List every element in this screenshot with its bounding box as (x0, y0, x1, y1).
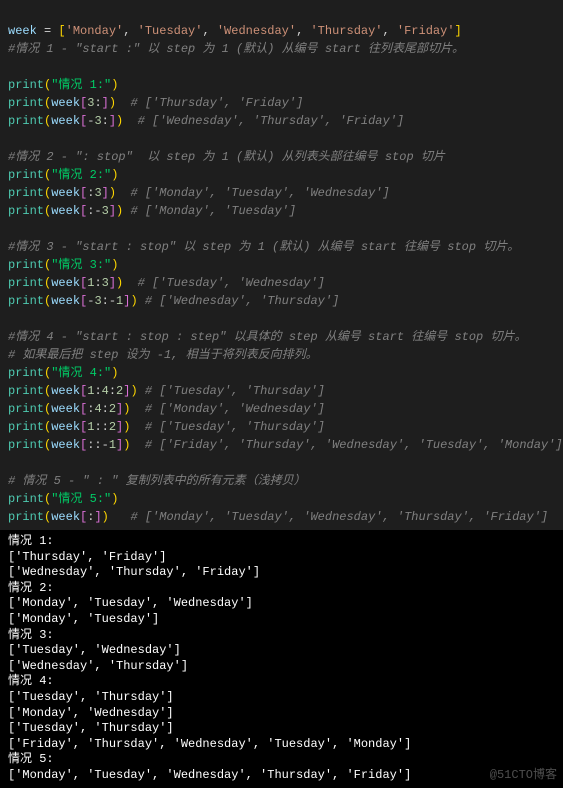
code-line: print(week[-3:-1]) # ['Wednesday', 'Thur… (8, 294, 339, 308)
comment: #情况 1 - "start :" 以 step 为 1 (默认) 从编号 st… (8, 42, 464, 56)
watermark: @51CTO博客 (490, 768, 557, 784)
code-line: print(week[:-3]) # ['Monday', 'Tuesday'] (8, 204, 296, 218)
output-line: ['Monday', 'Tuesday', 'Wednesday'] (8, 596, 253, 610)
code-line: print(week[:3]) # ['Monday', 'Tuesday', … (8, 186, 390, 200)
output-line: 情况 5: (8, 752, 54, 766)
code-line: print("情况 3:") (8, 258, 118, 272)
output-line: ['Tuesday', 'Wednesday'] (8, 643, 181, 657)
output-line: 情况 2: (8, 581, 54, 595)
output-line: ['Wednesday', 'Thursday'] (8, 659, 188, 673)
code-line: print("情况 5:") (8, 492, 118, 506)
code-line: print(week[3:]) # ['Thursday', 'Friday'] (8, 96, 303, 110)
code-editor-pane: week = ['Monday', 'Tuesday', 'Wednesday'… (0, 0, 563, 530)
code-line: print("情况 4:") (8, 366, 118, 380)
output-line: ['Tuesday', 'Thursday'] (8, 690, 174, 704)
output-line: 情况 1: (8, 534, 54, 548)
code-line: print(week[:]) # ['Monday', 'Tuesday', '… (8, 510, 548, 524)
output-line: ['Friday', 'Thursday', 'Wednesday', 'Tue… (8, 737, 411, 751)
comment: # 如果最后把 step 设为 -1, 相当于将列表反向排列。 (8, 348, 318, 362)
code-line: print("情况 2:") (8, 168, 118, 182)
console-output-pane: 情况 1: ['Thursday', 'Friday'] ['Wednesday… (0, 530, 563, 788)
output-line: ['Monday', 'Wednesday'] (8, 706, 174, 720)
comment: #情况 2 - ": stop" 以 step 为 1 (默认) 从列表头部往编… (8, 150, 445, 164)
code-line: print(week[1:3]) # ['Tuesday', 'Wednesda… (8, 276, 325, 290)
code-line: print(week[::-1]) # ['Friday', 'Thursday… (8, 438, 563, 452)
output-line: ['Wednesday', 'Thursday', 'Friday'] (8, 565, 260, 579)
comment: #情况 4 - "start : stop : step" 以具体的 step … (8, 330, 526, 344)
comment: #情况 3 - "start : stop" 以 step 为 1 (默认) 从… (8, 240, 519, 254)
output-line: 情况 3: (8, 628, 54, 642)
output-line: 情况 4: (8, 674, 54, 688)
code-line: week = ['Monday', 'Tuesday', 'Wednesday'… (8, 24, 462, 38)
output-line: ['Monday', 'Tuesday'] (8, 612, 159, 626)
code-line: print(week[-3:]) # ['Wednesday', 'Thursd… (8, 114, 404, 128)
output-line: ['Thursday', 'Friday'] (8, 550, 166, 564)
comment: # 情况 5 - " : " 复制列表中的所有元素（浅拷贝） (8, 474, 306, 488)
code-line: print("情况 1:") (8, 78, 118, 92)
code-line: print(week[1:4:2]) # ['Tuesday', 'Thursd… (8, 384, 325, 398)
code-line: print(week[1::2]) # ['Tuesday', 'Thursda… (8, 420, 325, 434)
code-line: print(week[:4:2]) # ['Monday', 'Wednesda… (8, 402, 325, 416)
variable: week (8, 24, 37, 38)
output-line: ['Monday', 'Tuesday', 'Wednesday', 'Thur… (8, 768, 411, 782)
output-line: ['Tuesday', 'Thursday'] (8, 721, 174, 735)
